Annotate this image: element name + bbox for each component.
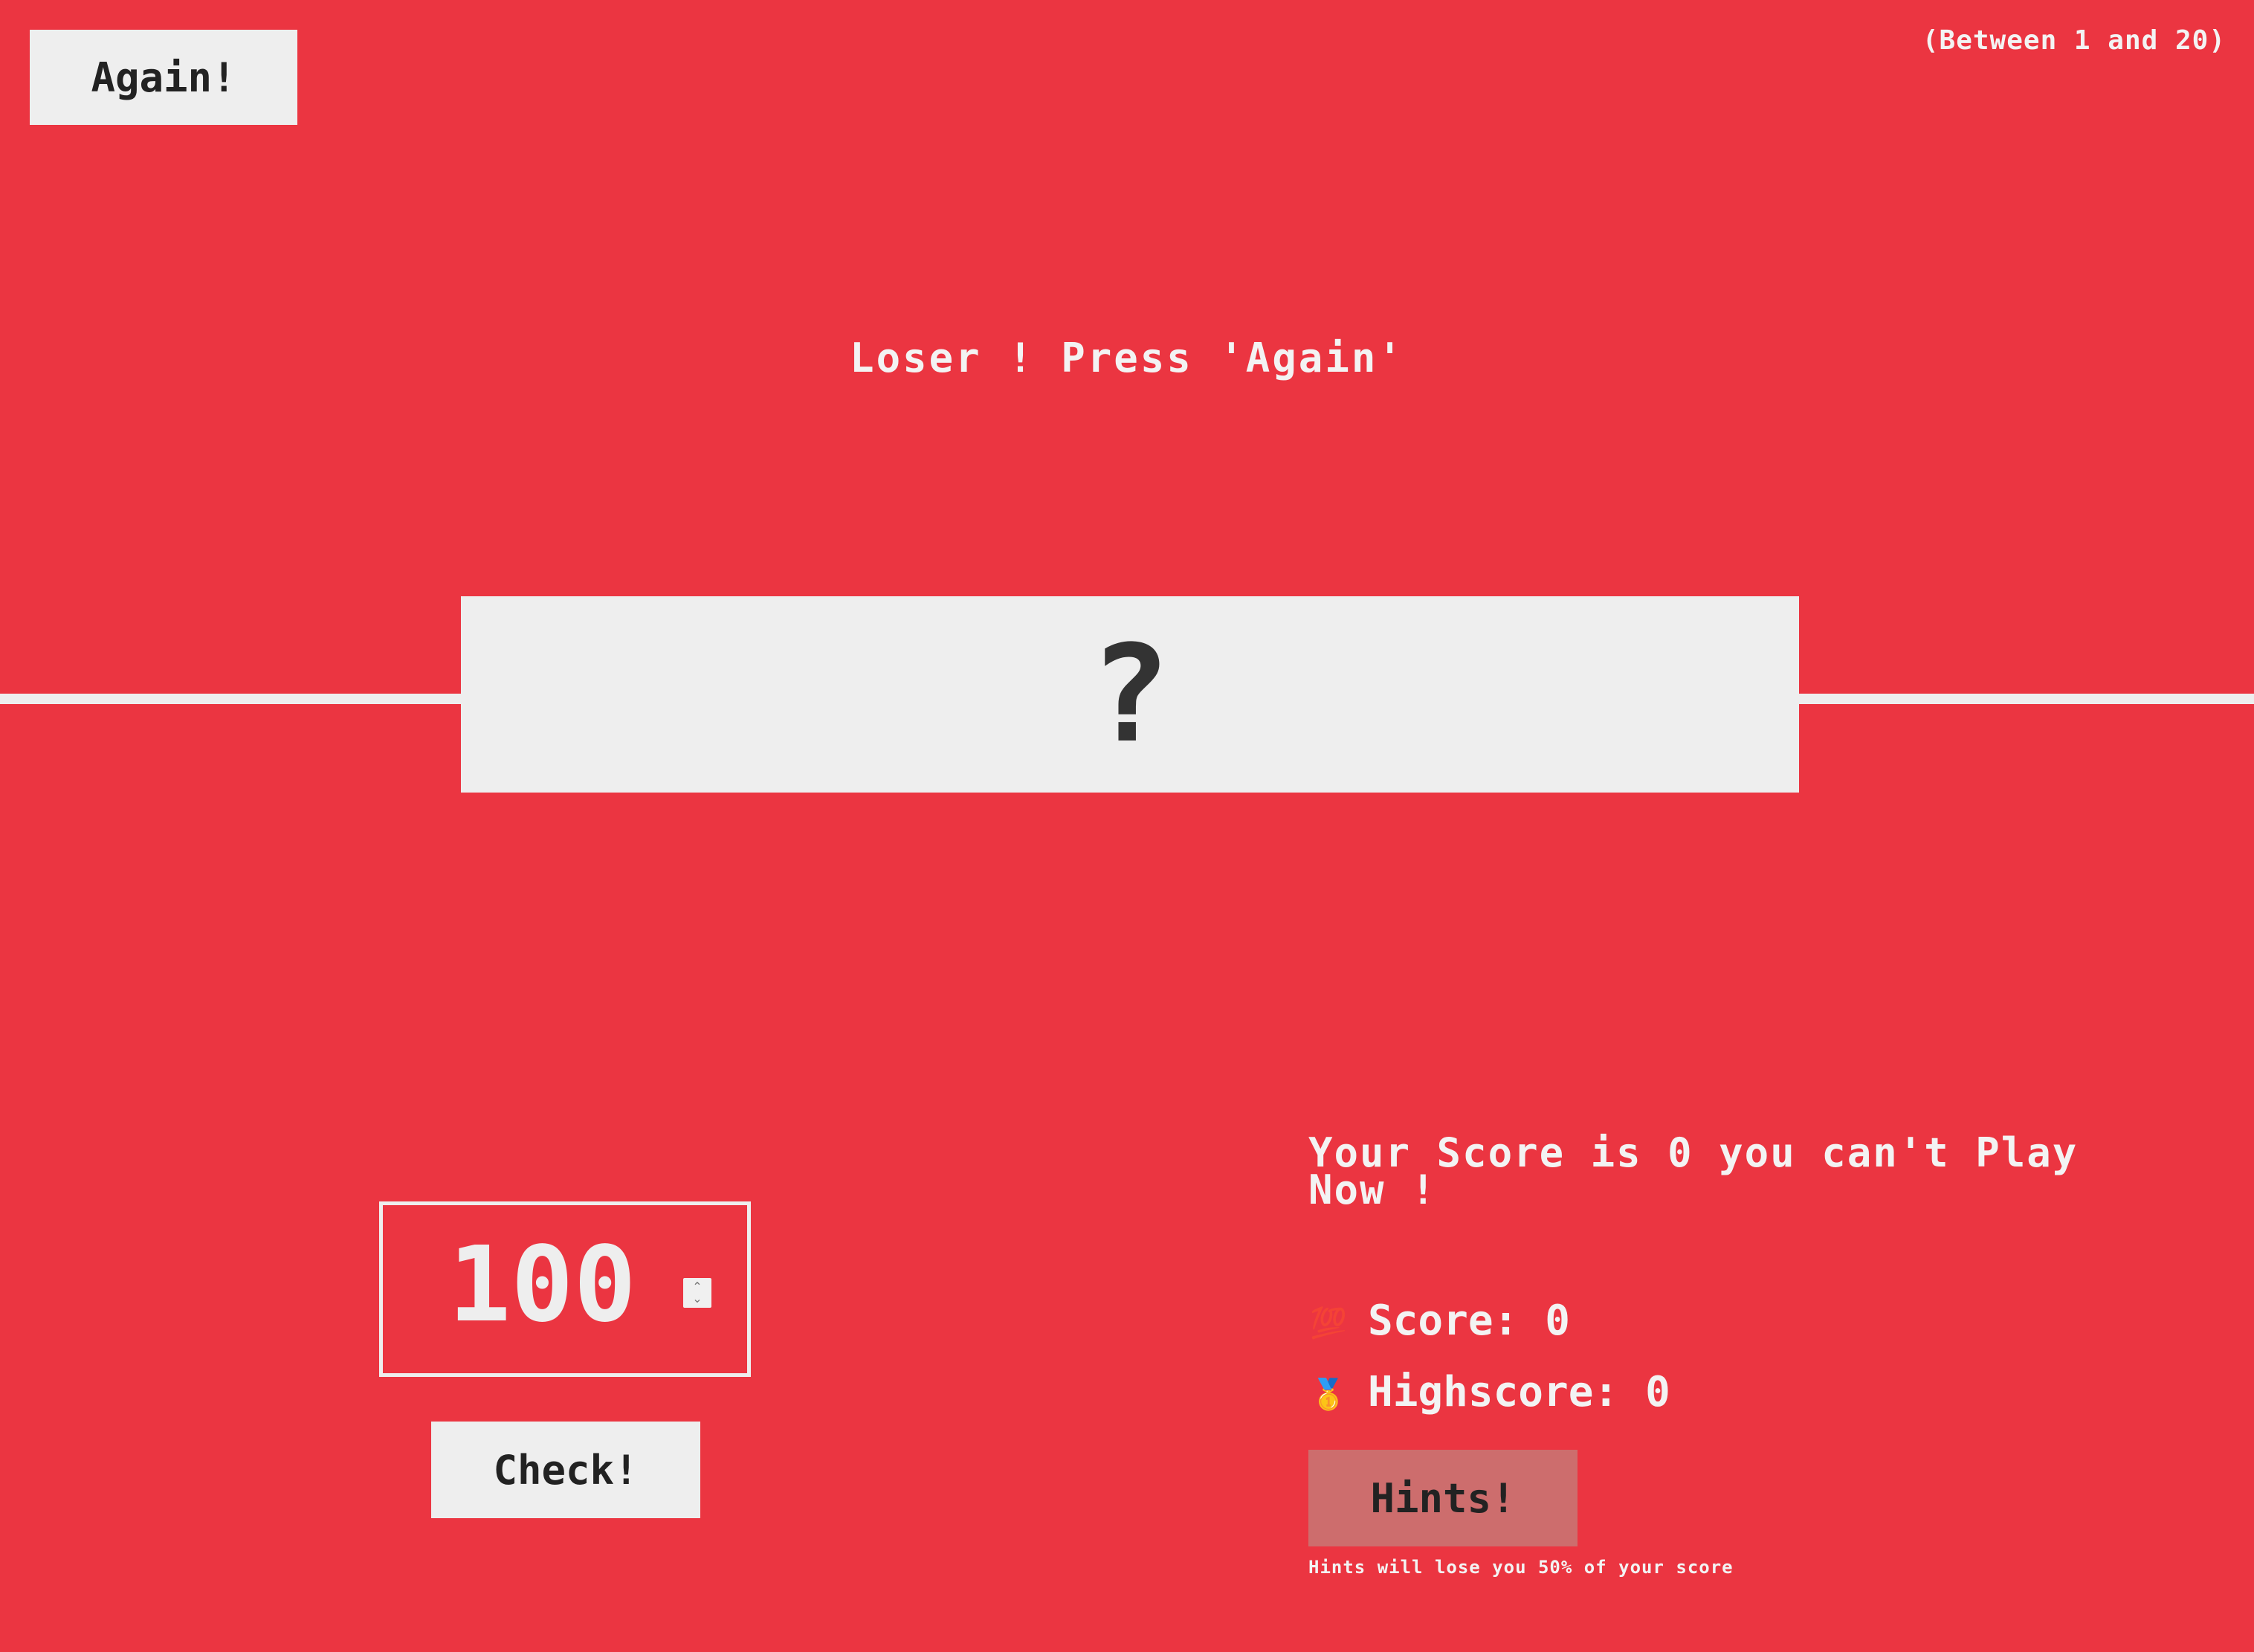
score-value: 0	[1545, 1297, 1571, 1345]
game-message: Loser ! Press 'Again'	[850, 335, 1404, 381]
medal-icon: 🥇	[1310, 1378, 1347, 1413]
again-button[interactable]: Again!	[30, 30, 297, 125]
secret-number-box: ?	[461, 596, 1799, 793]
hundred-points-icon: 💯	[1310, 1306, 1347, 1341]
check-button[interactable]: Check!	[431, 1422, 700, 1518]
highscore-label: Highscore:	[1368, 1368, 1619, 1416]
number-stepper[interactable]: ⌃ ⌄	[683, 1278, 711, 1308]
score-label: Score:	[1368, 1297, 1519, 1345]
guess-value: 100	[448, 1225, 636, 1346]
secret-number: ?	[1089, 616, 1171, 772]
score-line: 💯 Score: 0	[1310, 1297, 1570, 1345]
score-message: Your Score is 0 you can't Play Now !	[1308, 1129, 2079, 1213]
hints-note: Hints will lose you 50% of your score	[1308, 1557, 1734, 1578]
range-hint-text: (Between 1 and 20)	[1922, 25, 2226, 56]
highscore-value: 0	[1645, 1368, 1670, 1416]
hints-button[interactable]: Hints!	[1308, 1450, 1578, 1546]
guess-input[interactable]: 100 ⌃ ⌄	[379, 1201, 751, 1377]
chevron-down-icon[interactable]: ⌄	[692, 1293, 702, 1305]
highscore-line: 🥇 Highscore: 0	[1310, 1368, 1670, 1416]
